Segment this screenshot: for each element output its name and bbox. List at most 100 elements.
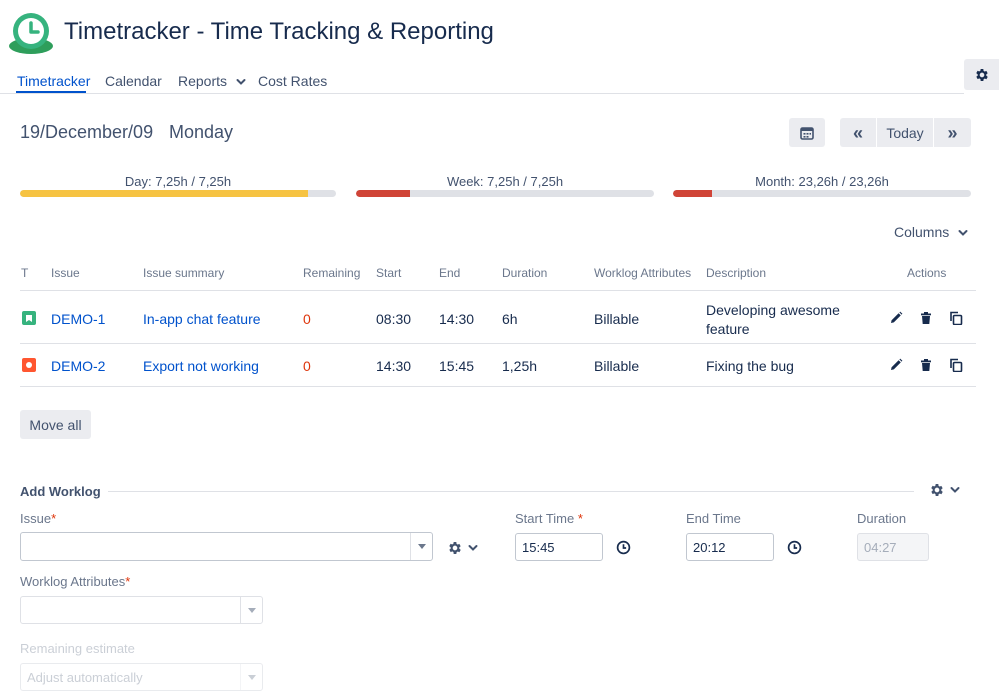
- next-day-button[interactable]: »: [934, 118, 971, 147]
- remaining-estimate-select[interactable]: Adjust automatically: [20, 663, 263, 691]
- chevron-down-icon: [236, 79, 246, 86]
- select-toggle[interactable]: [410, 533, 432, 560]
- duration-input: 04:27: [857, 533, 929, 561]
- gear-icon: [449, 542, 461, 554]
- end-value: 14:30: [439, 311, 475, 327]
- calendar-picker-button[interactable]: [789, 118, 825, 147]
- chevron-down-icon: [468, 545, 478, 551]
- section-divider: [108, 491, 914, 492]
- app-window: Timetracker - Time Tracking & Reporting …: [0, 0, 999, 695]
- end-value: 15:45: [439, 358, 475, 374]
- day-progress-label: Day: 7,25h / 7,25h: [124, 174, 232, 189]
- end-time-label: End Time: [686, 511, 741, 526]
- month-progress-bar: [673, 190, 971, 197]
- table-header-divider: [20, 290, 976, 291]
- column-header-start: Start: [376, 266, 402, 280]
- required-marker: *: [125, 574, 131, 589]
- chevron-down-icon: [950, 487, 960, 493]
- tab-timetracker[interactable]: Timetracker: [17, 73, 90, 89]
- end-time-clock-button[interactable]: [787, 540, 802, 560]
- column-header-remaining: Remaining: [303, 266, 361, 280]
- current-date: 19/December/09: [20, 122, 154, 142]
- start-time-clock-button[interactable]: [616, 540, 631, 560]
- required-marker: *: [51, 511, 57, 526]
- bug-issue-type-icon: [22, 358, 36, 372]
- timetracker-logo-icon: [9, 13, 53, 54]
- column-header-issue: Issue: [51, 266, 80, 280]
- issue-key-link[interactable]: DEMO-1: [51, 311, 105, 327]
- remaining-estimate-label: Remaining estimate: [20, 641, 135, 656]
- attributes-value: Billable: [594, 358, 640, 374]
- gear-icon: [931, 484, 943, 496]
- copy-icon: [950, 311, 963, 325]
- copy-worklog-button[interactable]: [948, 357, 964, 373]
- week-progress-fill: [356, 190, 410, 197]
- calendar-icon: [800, 126, 814, 140]
- remaining-value: 0: [303, 311, 311, 327]
- add-worklog-title: Add Worklog: [20, 484, 101, 499]
- column-header-description: Description: [706, 266, 767, 280]
- worklog-attributes-select[interactable]: [20, 596, 263, 624]
- description-line: Developing awesome: [706, 302, 840, 318]
- duration-value: 1,25h: [502, 358, 538, 374]
- tab-reports[interactable]: Reports: [178, 73, 247, 89]
- tab-cost-rates[interactable]: Cost Rates: [258, 73, 327, 89]
- end-time-input[interactable]: 20:12: [686, 533, 774, 561]
- required-marker: *: [577, 511, 583, 526]
- double-chevron-right-icon: »: [947, 122, 958, 143]
- nav-divider: [0, 93, 964, 94]
- trash-icon: [921, 312, 931, 324]
- issue-key-link[interactable]: DEMO-2: [51, 358, 105, 374]
- settings-button[interactable]: [964, 59, 999, 90]
- issue-label-text: Issue: [20, 511, 52, 526]
- previous-day-button[interactable]: «: [840, 118, 876, 147]
- start-time-input[interactable]: 15:45: [515, 533, 603, 561]
- edit-worklog-button[interactable]: [888, 357, 904, 373]
- add-worklog-settings-button[interactable]: [929, 482, 961, 498]
- issue-select[interactable]: [20, 532, 433, 561]
- day-progress-bar: [20, 190, 336, 197]
- issue-field-label: Issue*: [20, 511, 56, 526]
- issue-summary-link[interactable]: Export not working: [143, 358, 259, 374]
- week-progress-bar: [356, 190, 654, 197]
- delete-worklog-button[interactable]: [918, 357, 934, 373]
- start-time-label-text: Start Time: [515, 511, 575, 526]
- issue-options-button[interactable]: [447, 540, 479, 556]
- month-progress-label: Month: 23,26h / 23,26h: [755, 174, 889, 189]
- caret-down-icon: [247, 607, 256, 613]
- column-header-summary: Issue summary: [143, 266, 225, 280]
- worklog-attributes-label-text: Worklog Attributes: [20, 574, 126, 589]
- chevron-down-icon: [958, 230, 968, 237]
- current-weekday: Monday: [169, 122, 234, 142]
- description-line: feature: [706, 321, 750, 337]
- caret-down-icon: [417, 544, 426, 549]
- duration-value: 6h: [502, 311, 518, 327]
- column-header-duration: Duration: [502, 266, 548, 280]
- issue-summary-link[interactable]: In-app chat feature: [143, 311, 261, 327]
- pencil-icon: [891, 311, 903, 323]
- caret-down-icon: [247, 674, 256, 680]
- column-header-actions: Actions: [907, 266, 947, 280]
- start-value: 08:30: [376, 311, 412, 327]
- clock-icon: [616, 540, 631, 555]
- column-header-attributes: Worklog Attributes: [594, 266, 692, 280]
- clock-icon: [787, 540, 802, 555]
- gear-icon: [975, 68, 988, 81]
- copy-worklog-button[interactable]: [948, 310, 964, 326]
- select-toggle[interactable]: [240, 597, 262, 623]
- tab-reports-label: Reports: [178, 73, 228, 89]
- edit-worklog-button[interactable]: [888, 310, 904, 326]
- columns-label: Columns: [894, 224, 950, 240]
- delete-worklog-button[interactable]: [918, 310, 934, 326]
- double-chevron-left-icon: «: [852, 122, 863, 143]
- remaining-value: 0: [303, 358, 311, 374]
- worklog-attributes-label: Worklog Attributes*: [20, 574, 130, 589]
- start-value: 14:30: [376, 358, 412, 374]
- move-all-button[interactable]: Move all: [20, 410, 91, 439]
- table-row-divider: [20, 343, 976, 344]
- today-button[interactable]: Today: [877, 118, 933, 147]
- columns-dropdown[interactable]: Columns: [894, 224, 969, 240]
- select-toggle[interactable]: [240, 664, 262, 690]
- story-issue-type-icon: [22, 311, 36, 325]
- tab-calendar[interactable]: Calendar: [105, 73, 162, 89]
